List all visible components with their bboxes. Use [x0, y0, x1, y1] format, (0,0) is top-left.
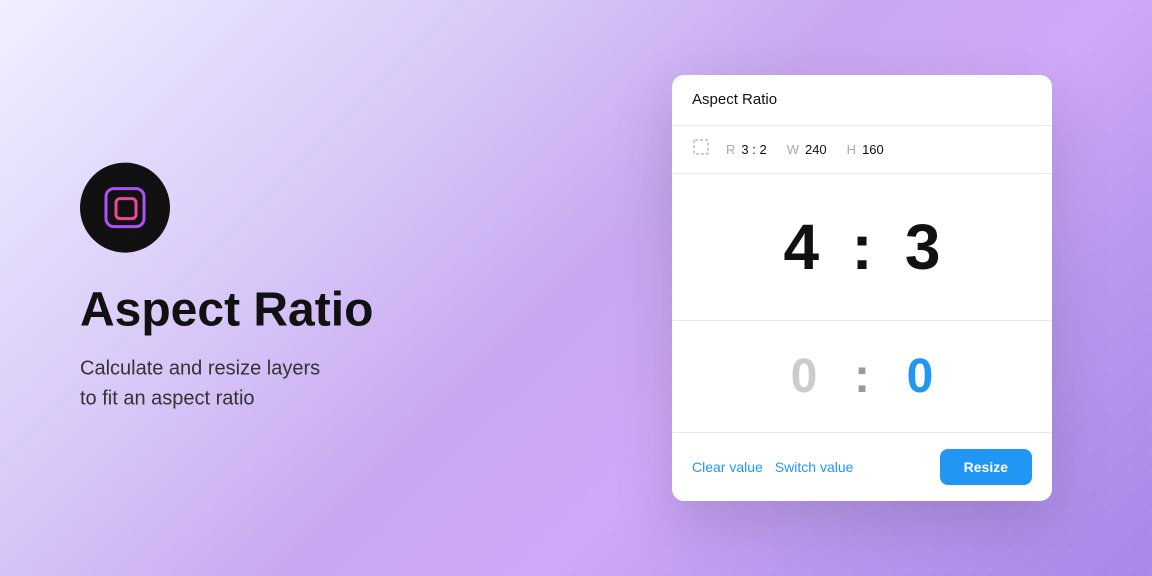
crop-icon: [692, 138, 710, 161]
panel-title: Aspect Ratio: [692, 91, 777, 108]
switch-value-button[interactable]: Switch value: [775, 455, 854, 479]
input-ratio-left[interactable]: 0: [774, 349, 834, 404]
input-ratio-colon: :: [854, 349, 870, 404]
main-ratio-right: 3: [893, 210, 953, 284]
app-description: Calculate and resize layersto fit an asp…: [80, 353, 373, 413]
toolbar-ratio-label: R: [726, 142, 735, 157]
toolbar-height-value: 160: [862, 142, 884, 157]
toolbar-height-field: H 160: [847, 142, 884, 157]
toolbar-ratio-field: R 3 : 2: [726, 142, 767, 157]
main-ratio-left: 4: [771, 210, 831, 284]
panel-actions: Clear value Switch value Resize: [672, 433, 1052, 501]
main-panel: Aspect Ratio R 3 : 2 W 240 H 160 4 : 3 0…: [672, 75, 1052, 501]
logo-icon: [100, 183, 150, 233]
panel-header: Aspect Ratio: [672, 75, 1052, 126]
input-ratio-row: 0 : 0: [672, 321, 1052, 433]
app-title: Aspect Ratio: [80, 285, 373, 338]
toolbar-ratio-value: 3 : 2: [741, 142, 766, 157]
toolbar-width-field: W 240: [787, 142, 827, 157]
toolbar-width-value: 240: [805, 142, 827, 157]
logo-circle: [80, 163, 170, 253]
panel-toolbar: R 3 : 2 W 240 H 160: [672, 126, 1052, 174]
toolbar-height-label: H: [847, 142, 856, 157]
clear-value-button[interactable]: Clear value: [692, 455, 763, 479]
input-ratio-right[interactable]: 0: [890, 349, 950, 404]
resize-button[interactable]: Resize: [940, 449, 1032, 485]
left-section: Aspect Ratio Calculate and resize layers…: [80, 163, 373, 414]
main-ratio-colon: :: [851, 210, 872, 284]
toolbar-width-label: W: [787, 142, 799, 157]
main-ratio-display: 4 : 3: [672, 174, 1052, 321]
